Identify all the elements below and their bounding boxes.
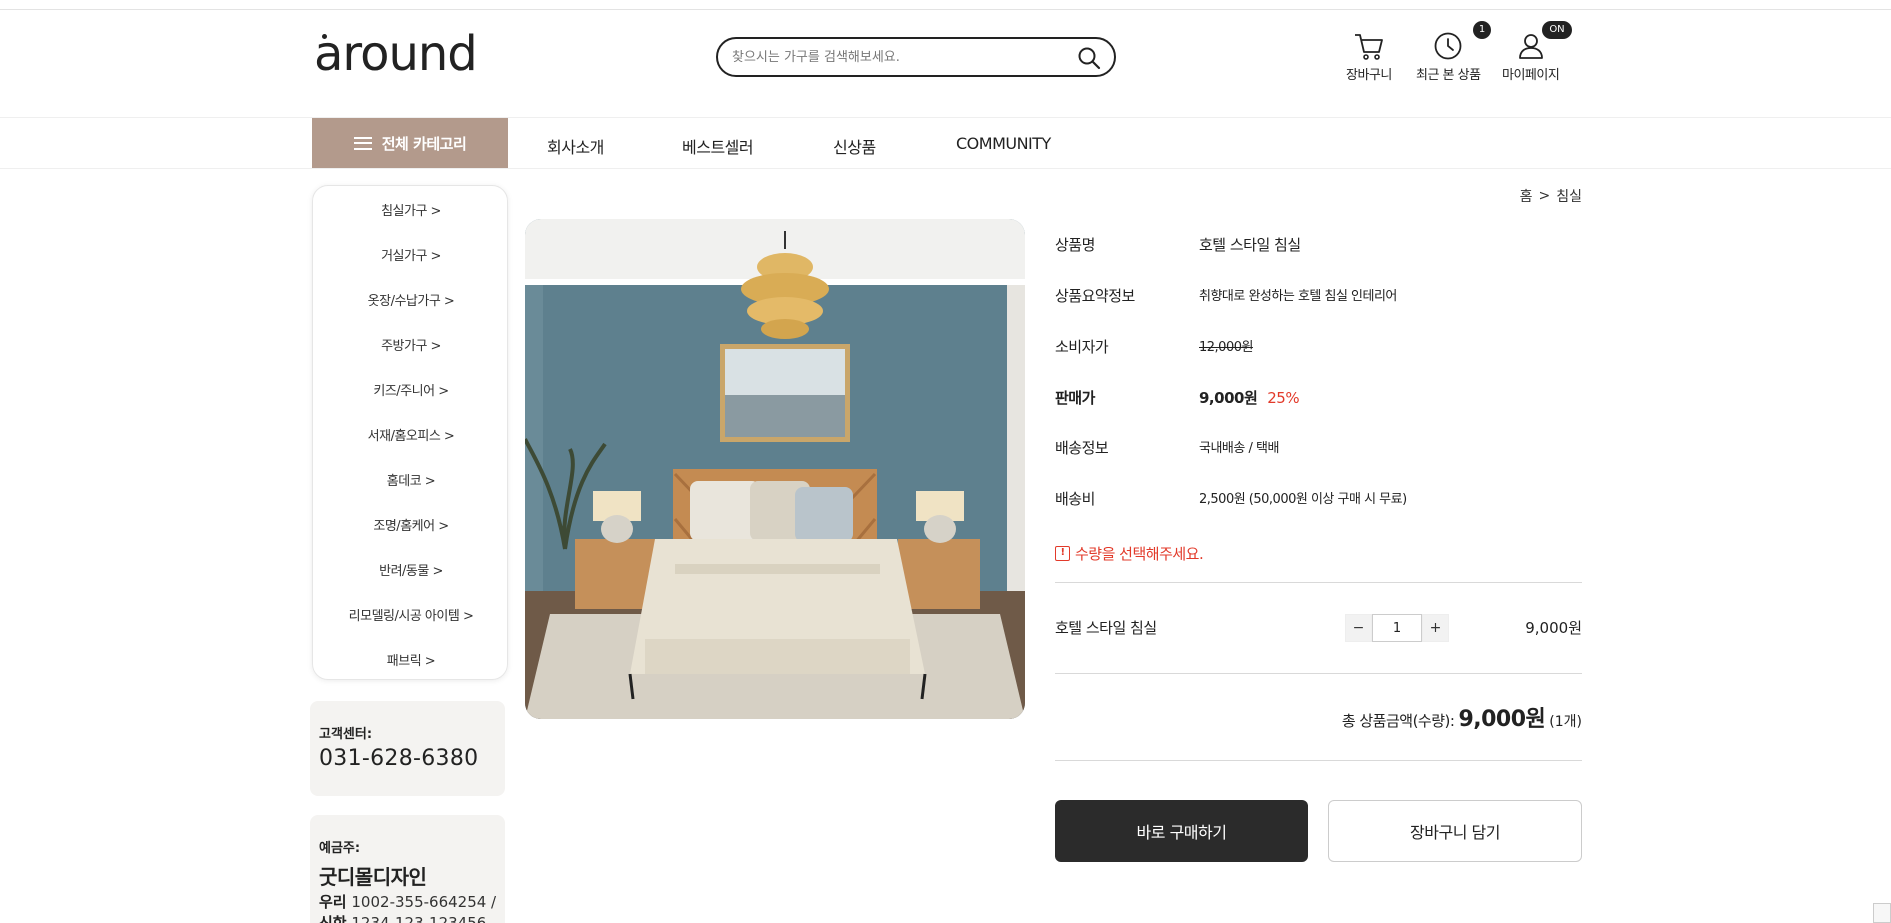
total-count: (1개) xyxy=(1549,714,1582,730)
divider-1 xyxy=(1055,582,1582,583)
divider-2 xyxy=(1055,673,1582,674)
recent-products-link[interactable]: 최근 본 상품 xyxy=(1416,30,1481,83)
quantity-minus-button[interactable]: − xyxy=(1345,614,1372,642)
sidebar-item-bedroom[interactable]: 침실가구 > xyxy=(313,200,509,219)
logo[interactable]: around xyxy=(314,30,478,78)
category-sidebar: 침실가구 > 거실가구 > 옷장/수납가구 > 주방가구 > 키즈/주니어 > … xyxy=(312,185,508,680)
clock-icon xyxy=(1416,30,1481,62)
bank-title: 예금주: xyxy=(319,841,361,856)
option-product-name: 호텔 스타일 침실 xyxy=(1055,619,1157,637)
quantity-plus-button[interactable]: + xyxy=(1422,614,1449,642)
discount-rate: 25% xyxy=(1267,389,1300,407)
summary-label: 상품요약정보 xyxy=(1055,287,1135,305)
product-image[interactable] xyxy=(525,219,1025,719)
hamburger-icon xyxy=(353,136,372,150)
sale-price: 9,000원 xyxy=(1199,389,1258,407)
nav-item-company[interactable]: 회사소개 xyxy=(547,134,604,158)
sidebar-item-office[interactable]: 서재/홈오피스 > xyxy=(313,425,509,444)
bank-holder: 굿디몰디자인 xyxy=(319,865,427,889)
bank-info-box: 예금주: 굿디몰디자인 우리 1002-355-664254 / 신한 1234… xyxy=(310,815,505,923)
add-to-cart-button[interactable]: 장바구니 담기 xyxy=(1328,800,1582,862)
breadcrumb-current[interactable]: 침실 xyxy=(1556,186,1582,206)
nav-divider-top xyxy=(0,117,1891,118)
total-label: 총 상품금액(수량): xyxy=(1341,712,1455,730)
cart-icon xyxy=(1346,30,1392,62)
cs-phone: 031-628-6380 xyxy=(319,746,479,771)
sidebar-item-storage[interactable]: 옷장/수납가구 > xyxy=(313,290,509,309)
bedroom-illustration xyxy=(525,219,1025,719)
buy-now-button[interactable]: 바로 구매하기 xyxy=(1055,800,1308,862)
total-amount: 9,000원 xyxy=(1458,707,1546,732)
quantity-stepper: − + xyxy=(1345,614,1449,642)
bank-2-number: 1234-123-123456 xyxy=(351,914,487,923)
mypage-label: 마이페이지 xyxy=(1502,68,1560,83)
sidebar-item-remodeling[interactable]: 리모델링/시공 아이템 > xyxy=(313,605,509,624)
option-price: 9,000원 xyxy=(1525,619,1582,637)
alert-icon: ! xyxy=(1055,546,1070,561)
search-icon[interactable] xyxy=(1076,45,1102,71)
sidebar-item-kids[interactable]: 키즈/주니어 > xyxy=(313,380,509,399)
sale-price-group: 9,000원 25% xyxy=(1199,387,1300,408)
product-name: 호텔 스타일 침실 xyxy=(1199,236,1301,254)
summary-value: 취향대로 완성하는 호텔 침실 인테리어 xyxy=(1199,289,1397,304)
bank-account-2: 신한 1234-123-123456 xyxy=(319,912,486,923)
cart-label: 장바구니 xyxy=(1346,68,1392,83)
retail-price-label: 소비자가 xyxy=(1055,338,1109,356)
sale-price-label: 판매가 xyxy=(1055,389,1095,407)
sidebar-item-fabric[interactable]: 패브릭 > xyxy=(313,650,509,669)
bank-account-1: 우리 1002-355-664254 / xyxy=(319,891,496,912)
shipping-label: 배송정보 xyxy=(1055,439,1109,457)
bank-1-number: 1002-355-664254 / xyxy=(351,893,497,911)
logo-text: around xyxy=(314,26,478,82)
search-bar xyxy=(716,37,1116,77)
all-category-button[interactable]: 전체 카테고리 xyxy=(312,118,508,168)
resize-handle[interactable] xyxy=(1873,903,1891,923)
nav-item-new[interactable]: 신상품 xyxy=(833,134,876,158)
notice-text: 수량을 선택해주세요. xyxy=(1075,545,1204,563)
all-category-label: 전체 카테고리 xyxy=(381,134,467,153)
logo-dot xyxy=(322,34,327,39)
shipping-fee-label: 배송비 xyxy=(1055,490,1095,508)
quantity-input[interactable] xyxy=(1372,614,1422,642)
recent-count-badge: 1 xyxy=(1473,21,1491,39)
nav-item-community[interactable]: COMMUNITY xyxy=(956,134,1051,153)
sidebar-item-living[interactable]: 거실가구 > xyxy=(313,245,509,264)
total-price: 총 상품금액(수량): 9,000원 (1개) xyxy=(1342,701,1582,733)
breadcrumb-separator: > xyxy=(1538,188,1551,204)
divider-3 xyxy=(1055,760,1582,761)
search-input[interactable] xyxy=(732,47,1062,67)
shipping-fee-value: 2,500원 (50,000원 이상 구매 시 무료) xyxy=(1199,492,1407,507)
quantity-notice: ! 수량을 선택해주세요. xyxy=(1055,543,1204,564)
retail-price: 12,000원 xyxy=(1199,340,1253,355)
recent-label: 최근 본 상품 xyxy=(1416,68,1481,83)
bank-1-name: 우리 xyxy=(319,893,347,911)
product-name-label: 상품명 xyxy=(1055,236,1095,254)
sidebar-item-kitchen[interactable]: 주방가구 > xyxy=(313,335,509,354)
customer-center-box: 고객센터: 031-628-6380 xyxy=(310,701,505,796)
sidebar-item-homedeco[interactable]: 홈데코 > xyxy=(313,470,509,489)
shipping-value: 국내배송 / 택배 xyxy=(1199,441,1279,456)
nav-divider-bottom xyxy=(0,168,1891,169)
cart-link[interactable]: 장바구니 xyxy=(1346,30,1392,83)
top-divider xyxy=(0,9,1891,10)
breadcrumb-home[interactable]: 홈 xyxy=(1520,186,1533,206)
login-status-badge: ON xyxy=(1542,21,1572,39)
sidebar-item-pet[interactable]: 반려/동물 > xyxy=(313,560,509,579)
bank-2-name: 신한 xyxy=(319,914,347,923)
sidebar-item-lighting[interactable]: 조명/홈케어 > xyxy=(313,515,509,534)
nav-item-bestseller[interactable]: 베스트셀러 xyxy=(682,134,754,158)
breadcrumb: 홈 > 침실 xyxy=(1520,186,1582,206)
cs-title: 고객센터: xyxy=(319,727,373,742)
